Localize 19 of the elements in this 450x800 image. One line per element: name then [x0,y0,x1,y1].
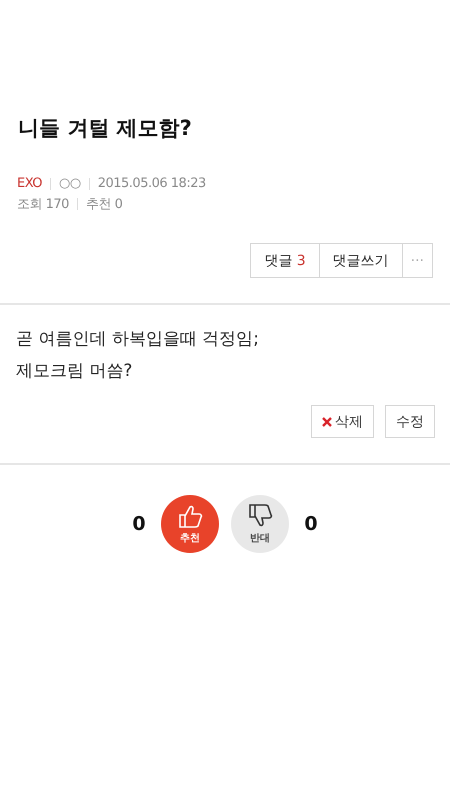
write-comment-button[interactable]: 댓글쓰기 [318,243,403,278]
recommend-button[interactable]: 추천 [161,495,219,553]
recommend-count: 추천 0 [86,196,122,213]
comments-button[interactable]: 댓글 3 [250,243,320,278]
edit-button[interactable]: 수정 [385,405,435,438]
thumbs-down-icon [247,503,273,529]
post-title: 니들 겨털 제모함? [18,115,193,142]
oppose-button[interactable]: 반대 [231,495,289,553]
delete-button[interactable]: 삭제 [311,405,374,438]
view-count: 조회 170 [17,196,69,213]
thumbs-up-icon [177,503,203,529]
post-body-line: 제모크림 머씀? [16,360,134,383]
recommend-count: 0 [131,513,147,535]
close-icon [322,416,332,426]
oppose-count: 0 [303,513,319,535]
nickname: ○○ [59,176,81,191]
author-name[interactable]: EXO [17,176,42,191]
post-body-line: 곧 여름인데 하복입을때 걱정임; [16,328,260,351]
post-date: 2015.05.06 18:23 [98,176,206,191]
